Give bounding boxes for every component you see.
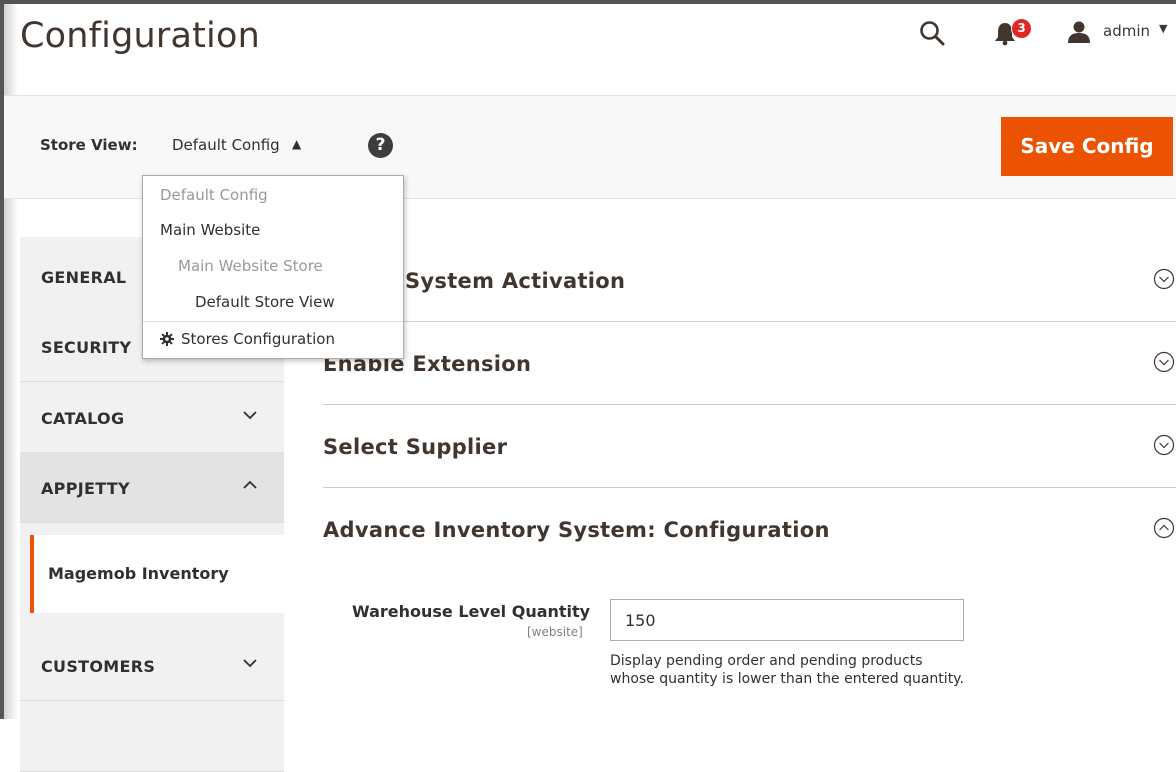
window-frame-top bbox=[0, 0, 1176, 4]
admin-user-menu[interactable]: admin bbox=[1103, 22, 1150, 40]
section-inventory-activation[interactable]: ory System Activation bbox=[323, 239, 1176, 322]
gear-icon bbox=[160, 332, 174, 346]
store-option-default-config: Default Config bbox=[160, 186, 268, 204]
store-option-default-store-view[interactable]: Default Store View bbox=[195, 293, 335, 311]
save-config-button[interactable]: Save Config bbox=[1001, 117, 1173, 176]
expand-circle-icon[interactable] bbox=[1153, 434, 1175, 456]
dropdown-divider bbox=[143, 321, 403, 322]
section-title: Select Supplier bbox=[323, 435, 508, 459]
tab-label: GENERAL bbox=[41, 268, 127, 287]
help-icon[interactable]: ? bbox=[368, 133, 393, 158]
stores-configuration-link[interactable]: Stores Configuration bbox=[160, 330, 335, 348]
collapse-circle-icon[interactable] bbox=[1153, 517, 1175, 539]
store-view-switcher[interactable]: Default Config bbox=[172, 136, 280, 154]
tab-customers[interactable]: CUSTOMERS bbox=[20, 630, 284, 701]
field-note: Display pending order and pending produc… bbox=[610, 653, 964, 687]
caret-up-icon[interactable]: ▲ bbox=[292, 137, 301, 151]
store-view-label: Store View: bbox=[40, 136, 138, 154]
tab-catalog[interactable]: CATALOG bbox=[20, 382, 284, 453]
stores-configuration-label: Stores Configuration bbox=[181, 330, 335, 348]
section-select-supplier[interactable]: Select Supplier bbox=[323, 405, 1176, 488]
section-title: Advance Inventory System: Configuration bbox=[323, 518, 830, 542]
tab-label: CUSTOMERS bbox=[41, 657, 156, 676]
expand-circle-icon[interactable] bbox=[1153, 351, 1175, 373]
warehouse-qty-input[interactable] bbox=[610, 599, 964, 641]
sidebar-item-label: Magemob Inventory bbox=[48, 564, 229, 583]
search-icon[interactable] bbox=[919, 20, 945, 46]
tab-next[interactable] bbox=[20, 701, 284, 772]
chevron-up-icon bbox=[243, 480, 257, 489]
chevron-down-icon bbox=[243, 659, 257, 668]
store-option-main-website[interactable]: Main Website bbox=[160, 221, 260, 239]
warehouse-qty-label: Warehouse Level Quantity bbox=[352, 602, 591, 621]
tab-label: APPJETTY bbox=[41, 479, 130, 498]
user-menu-caret-icon[interactable]: ▼ bbox=[1159, 22, 1167, 35]
tab-label: CATALOG bbox=[41, 409, 125, 428]
chevron-down-icon bbox=[243, 411, 257, 420]
expand-circle-icon[interactable] bbox=[1153, 268, 1175, 290]
page-title: Configuration bbox=[20, 16, 260, 56]
sidebar-item-magemob-inventory[interactable]: Magemob Inventory bbox=[30, 535, 288, 613]
notification-count-badge[interactable]: 3 bbox=[1011, 18, 1032, 39]
scope-label: [website] bbox=[527, 625, 583, 639]
section-enable-extension[interactable]: Enable Extension bbox=[323, 322, 1176, 405]
user-icon[interactable] bbox=[1067, 20, 1091, 44]
store-view-dropdown: Default Config Main Website Main Website… bbox=[142, 175, 404, 359]
tab-label: SECURITY bbox=[41, 338, 132, 357]
tab-appjetty[interactable]: APPJETTY bbox=[20, 452, 284, 523]
section-inventory-configuration[interactable]: Advance Inventory System: Configuration bbox=[323, 488, 1176, 570]
store-option-main-website-store: Main Website Store bbox=[178, 257, 323, 275]
